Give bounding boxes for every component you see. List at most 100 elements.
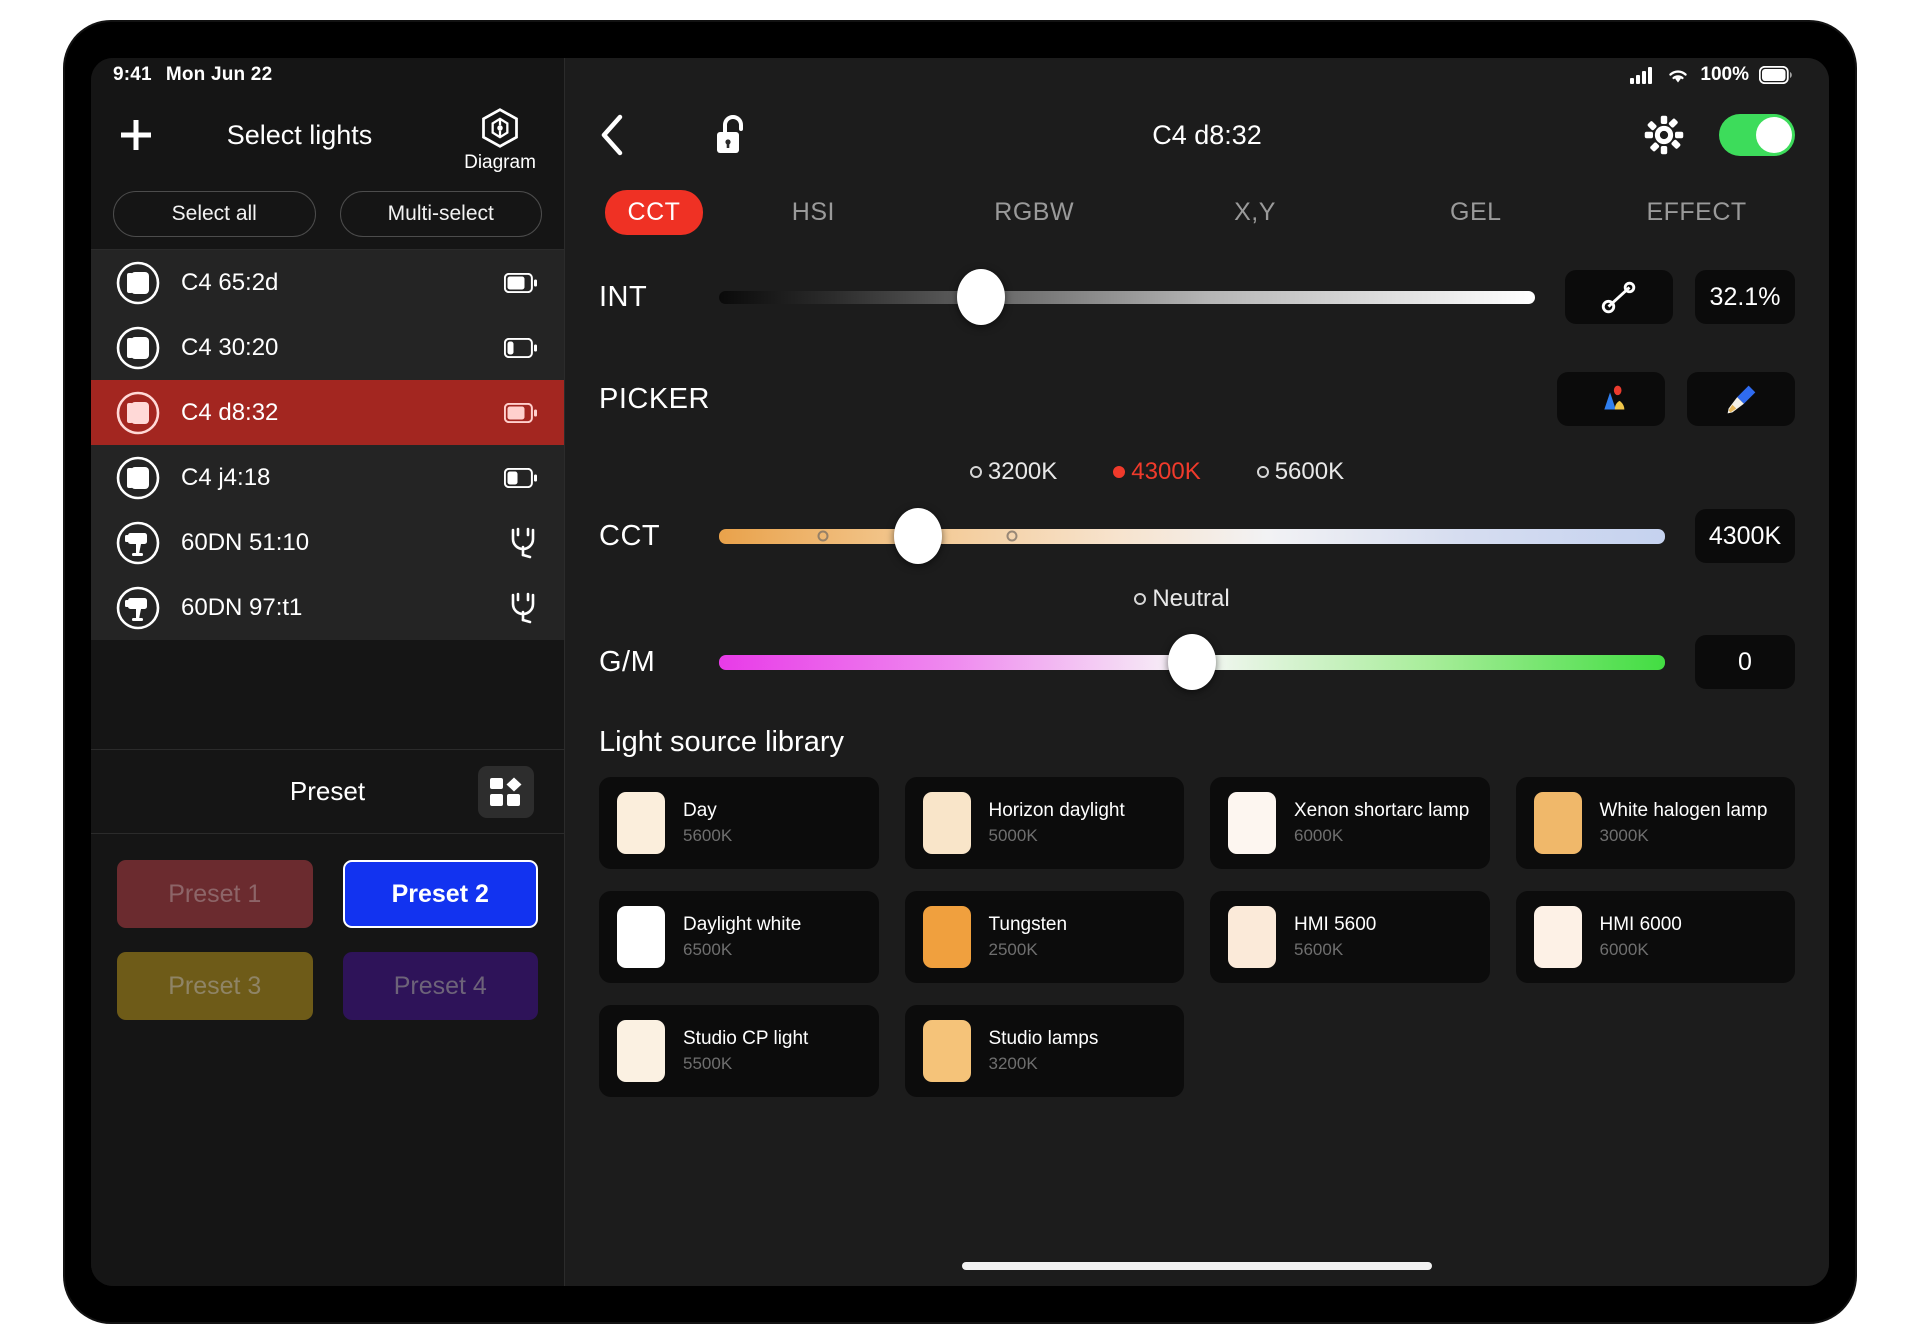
- gm-marker-neutral[interactable]: Neutral: [1134, 585, 1230, 613]
- light-source-card[interactable]: Daylight white 6500K: [599, 891, 879, 983]
- light-source-kelvin: 5600K: [683, 826, 733, 845]
- gm-slider[interactable]: [719, 620, 1665, 704]
- light-source-card[interactable]: Xenon shortarc lamp 6000K: [1210, 777, 1490, 869]
- cct-value[interactable]: 4300K: [1695, 509, 1795, 563]
- light-source-card[interactable]: Horizon daylight 5000K: [904, 777, 1184, 869]
- diagram-button[interactable]: Diagram: [454, 106, 546, 174]
- light-source-text: Xenon shortarc lamp 6000K: [1294, 800, 1469, 846]
- color-palette-button[interactable]: [1557, 372, 1665, 426]
- intensity-slider[interactable]: [719, 246, 1535, 348]
- selection-controls: Select all Multi-select: [91, 178, 564, 250]
- cct-marker-dot: [969, 466, 982, 478]
- tab-cct[interactable]: CCT: [605, 189, 703, 235]
- cct-marker-4300k[interactable]: 4300K: [1113, 458, 1201, 486]
- eyedropper-button[interactable]: [1687, 372, 1795, 426]
- cct-marker-5600k[interactable]: 5600K: [1256, 458, 1345, 486]
- intensity-curve-button[interactable]: [1565, 270, 1673, 324]
- cct-tick-3200k[interactable]: [817, 530, 829, 542]
- light-source-card[interactable]: Day 5600K: [599, 777, 879, 869]
- sidebar-header: Select lights Diagram: [91, 92, 564, 178]
- plug-icon: [511, 527, 535, 558]
- light-source-name: Studio CP light: [683, 1028, 809, 1049]
- light-source-swatch: [617, 1020, 665, 1082]
- light-list-item[interactable]: C4 30:20: [91, 315, 564, 380]
- battery-low-icon: [504, 337, 537, 358]
- light-source-library: Day 5600K Horizon daylight 5000K Xenon short…: [599, 777, 1795, 1097]
- cct-marker-label: 5600K: [1274, 458, 1345, 485]
- light-source-text: Horizon daylight 5000K: [989, 800, 1125, 846]
- cct-markers: 3200K 4300K 5600K: [719, 458, 1795, 486]
- panel-light-icon: [116, 326, 160, 369]
- gm-marker-label: Neutral: [1152, 585, 1230, 612]
- preset-button-3[interactable]: Preset 3: [117, 952, 313, 1020]
- gm-row: G/M 0: [599, 620, 1795, 704]
- light-source-card[interactable]: White halogen lamp 3000K: [1515, 777, 1795, 869]
- light-list-item[interactable]: C4 j4:18: [91, 445, 564, 510]
- tab-gel[interactable]: GEL: [1365, 190, 1586, 235]
- tab-rgbw[interactable]: RGBW: [924, 190, 1145, 235]
- light-source-swatch: [1533, 906, 1582, 968]
- battery-high-icon: [502, 402, 538, 423]
- intensity-value[interactable]: 32.1%: [1695, 270, 1795, 324]
- light-source-card[interactable]: HMI 6000 6000K: [1515, 891, 1795, 983]
- preset-layout-button[interactable]: [478, 765, 534, 818]
- light-source-kelvin: 5600K: [1294, 940, 1344, 959]
- multi-select-button[interactable]: Multi-select: [339, 190, 542, 237]
- cct-knob[interactable]: [893, 508, 942, 564]
- select-all-button[interactable]: Select all: [113, 190, 316, 237]
- cct-slider[interactable]: [719, 494, 1665, 578]
- preset-button-2[interactable]: Preset 2: [342, 860, 538, 928]
- light-list-item[interactable]: C4 65:2d: [91, 250, 564, 315]
- lock-button[interactable]: [655, 113, 805, 157]
- cct-marker-3200k[interactable]: 3200K: [969, 458, 1058, 486]
- panel-light-icon: [115, 260, 161, 306]
- light-name: C4 j4:18: [181, 463, 271, 491]
- battery-mid-icon: [502, 467, 538, 488]
- preset-button-1[interactable]: Preset 1: [117, 860, 313, 928]
- intensity-row: INT 32.1%: [599, 246, 1795, 348]
- light-list-item[interactable]: 60DN 97:t1: [91, 575, 564, 640]
- light-source-name: White halogen lamp: [1599, 800, 1768, 821]
- light-source-swatch: [922, 792, 971, 854]
- preset-grid: Preset 1 Preset 2 Preset 3 Preset 4: [91, 834, 564, 1286]
- plug-icon: [502, 592, 538, 624]
- home-indicator[interactable]: [962, 1262, 1432, 1270]
- settings-button[interactable]: [1609, 113, 1719, 157]
- tab-hsi[interactable]: HSI: [703, 190, 924, 235]
- battery-full-icon: [1759, 66, 1792, 84]
- light-source-card[interactable]: HMI 5600 5600K: [1210, 891, 1490, 983]
- light-source-swatch: [617, 792, 665, 854]
- power-toggle[interactable]: [1719, 114, 1795, 156]
- light-source-card[interactable]: Studio lamps 3200K: [904, 1005, 1184, 1097]
- cct-marker-label: 3200K: [987, 458, 1058, 485]
- color-palette-icon: [1604, 385, 1625, 410]
- intensity-knob[interactable]: [956, 269, 1005, 325]
- light-source-kelvin: 3200K: [988, 1054, 1038, 1073]
- intensity-track: [719, 290, 1535, 304]
- back-button[interactable]: [599, 114, 655, 156]
- plug-icon: [502, 527, 538, 559]
- light-source-name: Studio lamps: [988, 1028, 1099, 1049]
- light-list-item[interactable]: 60DN 51:10: [91, 510, 564, 575]
- light-source-kelvin: 3000K: [1599, 826, 1649, 845]
- light-list-item[interactable]: C4 d8:32: [91, 380, 564, 445]
- panel-light-icon: [116, 391, 160, 434]
- gm-controls: 0: [1695, 635, 1795, 689]
- gm-knob[interactable]: [1168, 634, 1216, 690]
- battery-high-icon: [502, 272, 538, 293]
- gear-icon: [1644, 115, 1684, 155]
- cct-tick-4300k[interactable]: [1006, 530, 1018, 542]
- preset-button-4[interactable]: Preset 4: [342, 952, 538, 1020]
- light-list: C4 65:2d C4 30:20 C4 d8:32 C4 j4:18 60DN 51:…: [91, 250, 564, 640]
- light-source-card[interactable]: Studio CP light 5500K: [599, 1005, 879, 1097]
- toggle-knob: [1756, 117, 1792, 153]
- gm-value[interactable]: 0: [1695, 635, 1795, 689]
- light-source-card[interactable]: Tungsten 2500K: [904, 891, 1184, 983]
- light-source-name: HMI 5600: [1294, 914, 1377, 935]
- gm-marker-row: Neutral: [599, 578, 1795, 620]
- tab-x-y[interactable]: X,Y: [1145, 190, 1366, 235]
- signal-bars-icon: [1630, 67, 1653, 84]
- picker-spacer: [719, 348, 1527, 450]
- cct-marker-dot: [1256, 466, 1269, 478]
- tab-effect[interactable]: EFFECT: [1586, 190, 1807, 235]
